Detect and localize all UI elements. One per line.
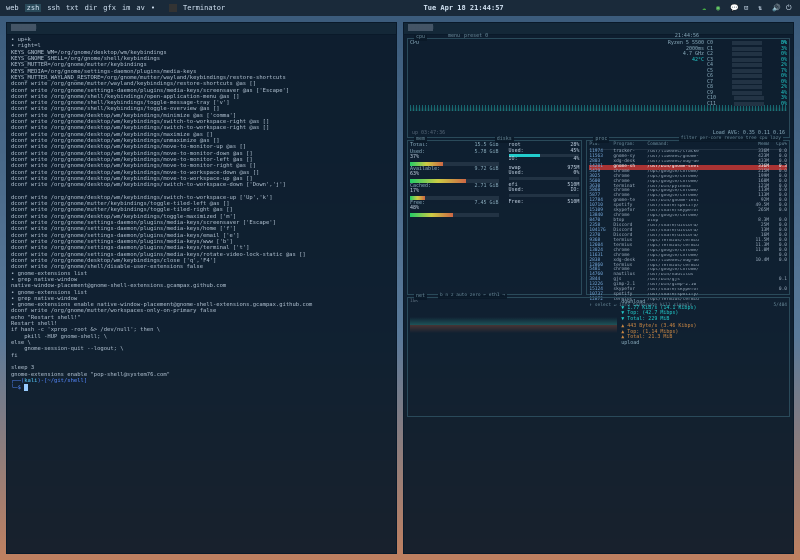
- upload-section: ▲ 443 Byte/s (3.46 Kibps) ▲ Top: (1.14 M…: [621, 324, 787, 346]
- terminator-icon: [169, 4, 177, 12]
- power-icon[interactable]: ⏻: [786, 4, 794, 12]
- download-graph: [410, 305, 617, 325]
- cloud-icon[interactable]: ☁: [702, 4, 710, 12]
- net-label: net: [414, 294, 427, 300]
- net-stats: download ▼ 1.77 KiB/s (14.1 Kibps) ▼ Top…: [621, 300, 787, 346]
- preset-button[interactable]: preset 0: [464, 34, 488, 40]
- proc-list[interactable]: 11974tracker-/usr/libexec/tracke336M0.01…: [589, 150, 787, 303]
- proc-options[interactable]: filter per-core reverse tree cpu lazy: [679, 137, 783, 142]
- proc-box[interactable]: proc filter per-core reverse tree cpu la…: [586, 140, 790, 295]
- system-tray[interactable]: ☁ ◉ 💬 ⊡ ⇅ 🔊 ⏻: [702, 4, 794, 12]
- ws-ssh[interactable]: ssh: [47, 4, 60, 12]
- mem-avail-bar: [410, 179, 499, 183]
- memory-stats: Total:15.5 GiB Used:5.78 GiB 37% Availab…: [410, 143, 499, 218]
- title-redacted: ■■■■■■■: [11, 24, 36, 31]
- disks-stats: root28%Used:45%IO:4%swap975MUsed:0%efi51…: [509, 143, 580, 218]
- chat-icon[interactable]: 💬: [730, 4, 738, 12]
- ws-txt[interactable]: txt: [66, 4, 79, 12]
- cpu-box: cpu menu preset 0 21:44:56 Ryzen 5 5500 …: [407, 38, 790, 138]
- network-icon[interactable]: ⇅: [758, 4, 766, 12]
- terminal-output[interactable]: • up+k • right=l KEYS_GNOME_WM=/org/gnom…: [7, 35, 396, 394]
- ws-web[interactable]: web: [6, 4, 19, 12]
- mem-used-bar: [410, 162, 499, 166]
- cpu-cores-list: C00%C13%C20%C30%C42%C57%C60%C70%C82%C94%…: [707, 41, 787, 107]
- disk-icon[interactable]: ⊡: [744, 4, 752, 12]
- shield-icon[interactable]: ◉: [716, 4, 724, 12]
- mem-free-bar: [410, 213, 499, 217]
- cpu-clock: 21:44:56: [675, 34, 699, 40]
- workspace-switcher[interactable]: web zsh ssh txt dir gfx im av • Terminat…: [6, 4, 225, 12]
- mem-box: mem disks Total:15.5 GiB Used:5.78 GiB 3…: [407, 140, 582, 295]
- ws-av[interactable]: av: [136, 4, 144, 12]
- net-graph: 10K: [410, 300, 617, 346]
- mem-cached-bar: [410, 196, 499, 200]
- terminal-left-pane[interactable]: ■■■■■■■ • up+k • right=l KEYS_GNOME_WM=/…: [6, 22, 397, 554]
- mem-label: mem: [414, 137, 427, 143]
- terminal-title-bar: ■■■■■■■: [7, 23, 396, 35]
- menu-button[interactable]: menu: [448, 34, 460, 40]
- top-panel: web zsh ssh txt dir gfx im av • Terminat…: [0, 0, 800, 16]
- volume-icon[interactable]: 🔊: [772, 4, 780, 12]
- net-iface-opts[interactable]: b n z auto zero ← eth1 →: [438, 294, 507, 299]
- net-box: net b n z auto zero ← eth1 → 10K downloa…: [407, 297, 790, 417]
- ws-extra[interactable]: •: [151, 4, 155, 12]
- ws-im[interactable]: im: [122, 4, 130, 12]
- cpu-total-label: CPU: [410, 41, 419, 47]
- cpu-box-label: cpu: [414, 35, 427, 41]
- cpu-menu[interactable]: menu preset 0: [448, 34, 488, 40]
- proc-label: proc: [593, 137, 609, 143]
- btop-pane[interactable]: ■■■■■■■ cpu menu preset 0 21:44:56 Ryzen…: [403, 22, 794, 554]
- app-title: Terminator: [183, 4, 225, 12]
- panel-clock[interactable]: Tue Apr 18 21:44:57: [424, 4, 504, 12]
- title-redacted: ■■■■■■■: [408, 24, 433, 31]
- download-section: download ▼ 1.77 KiB/s (14.1 Kibps) ▼ Top…: [621, 300, 787, 322]
- ws-dir[interactable]: dir: [85, 4, 98, 12]
- ws-zsh[interactable]: zsh: [25, 4, 42, 12]
- disks-label: disks: [495, 137, 514, 143]
- upload-graph: [410, 325, 617, 345]
- ws-gfx[interactable]: gfx: [103, 4, 116, 12]
